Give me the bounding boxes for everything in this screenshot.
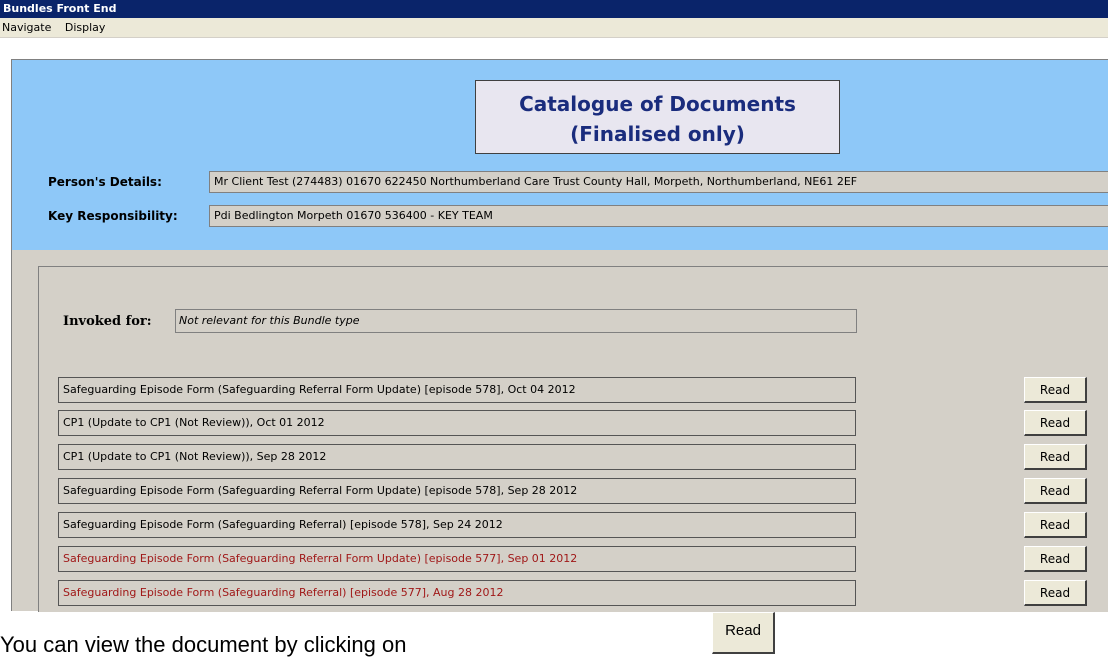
documents-panel: Invoked for: Not relevant for this Bundl… [38, 266, 1108, 612]
key-responsibility-field: Pdi Bedlington Morpeth 01670 536400 - KE… [209, 205, 1108, 227]
catalogue-heading: Catalogue of Documents (Finalised only) [475, 80, 840, 154]
window-title: Bundles Front End [3, 2, 117, 15]
header-panel: Catalogue of Documents (Finalised only) … [12, 60, 1108, 250]
read-button-example: Read [712, 612, 775, 654]
read-button[interactable]: Read [1024, 377, 1087, 403]
document-row: Safeguarding Episode Form (Safeguarding … [58, 478, 856, 504]
menu-bar: Navigate Display [0, 18, 1108, 38]
read-button[interactable]: Read [1024, 512, 1087, 538]
read-button[interactable]: Read [1024, 580, 1087, 606]
document-row: Safeguarding Episode Form (Safeguarding … [58, 546, 856, 572]
read-button[interactable]: Read [1024, 478, 1087, 504]
invoked-for-label: Invoked for: [63, 314, 152, 329]
document-row: CP1 (Update to CP1 (Not Review)), Sep 28… [58, 444, 856, 470]
read-button[interactable]: Read [1024, 410, 1087, 436]
persons-details-label: Person's Details: [48, 175, 162, 189]
window-title-bar: Bundles Front End [0, 0, 1108, 18]
menu-display[interactable]: Display [65, 21, 106, 34]
document-row: Safeguarding Episode Form (Safeguarding … [58, 580, 856, 606]
key-responsibility-label: Key Responsibility: [48, 209, 178, 223]
persons-details-field: Mr Client Test (274483) 01670 622450 Nor… [209, 171, 1108, 193]
menu-navigate[interactable]: Navigate [2, 21, 51, 34]
heading-line-1: Catalogue of Documents [519, 92, 796, 116]
app-window: Catalogue of Documents (Finalised only) … [11, 59, 1108, 612]
document-row: CP1 (Update to CP1 (Not Review)), Oct 01… [58, 410, 856, 436]
heading-line-2: (Finalised only) [570, 122, 745, 146]
read-button[interactable]: Read [1024, 546, 1087, 572]
instruction-caption: You can view the document by clicking on [0, 632, 407, 657]
invoked-for-field: Not relevant for this Bundle type [175, 309, 857, 333]
document-row: Safeguarding Episode Form (Safeguarding … [58, 512, 856, 538]
read-button[interactable]: Read [1024, 444, 1087, 470]
document-row: Safeguarding Episode Form (Safeguarding … [58, 377, 856, 403]
